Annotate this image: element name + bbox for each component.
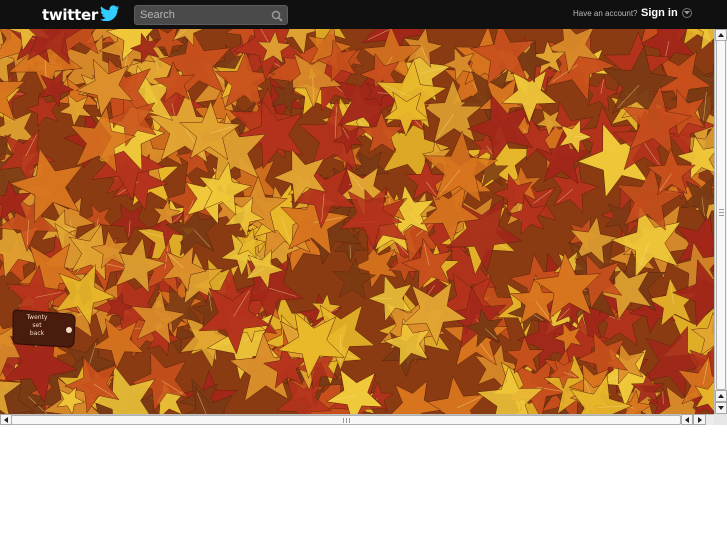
bird-icon — [99, 4, 120, 26]
chevron-down-icon — [681, 8, 692, 18]
top-bar: twitter Have an account? Sign in — [0, 0, 727, 29]
vertical-scroll-thumb[interactable] — [716, 40, 726, 390]
horizontal-scrollbar[interactable] — [0, 414, 714, 425]
tag-line-3: back — [29, 330, 45, 337]
autumn-leaves-background: Twenty set back — [0, 29, 714, 414]
scroll-corner — [714, 414, 727, 425]
vertical-scrollbar[interactable] — [714, 29, 727, 414]
signin-label: Sign in — [641, 7, 678, 19]
tag-line-2: set — [32, 322, 42, 329]
logo-text: twitter — [42, 6, 98, 24]
have-account-text: Have an account? — [573, 9, 638, 18]
scroll-right-lower-button[interactable] — [681, 414, 693, 425]
scroll-up-lower-button[interactable] — [715, 390, 727, 402]
search-box[interactable] — [134, 5, 288, 25]
scroll-right-button[interactable] — [693, 414, 706, 425]
scroll-down-button[interactable] — [715, 402, 727, 414]
twitter-logo[interactable]: twitter — [42, 4, 120, 26]
horizontal-scroll-thumb[interactable] — [11, 415, 681, 425]
magnifier-icon[interactable] — [271, 9, 283, 22]
tag-line-1: Twenty — [26, 314, 48, 321]
twenty-set-back-tag[interactable]: Twenty set back — [10, 306, 78, 350]
signin-button[interactable]: Sign in — [641, 7, 692, 19]
search-input[interactable] — [140, 8, 265, 22]
